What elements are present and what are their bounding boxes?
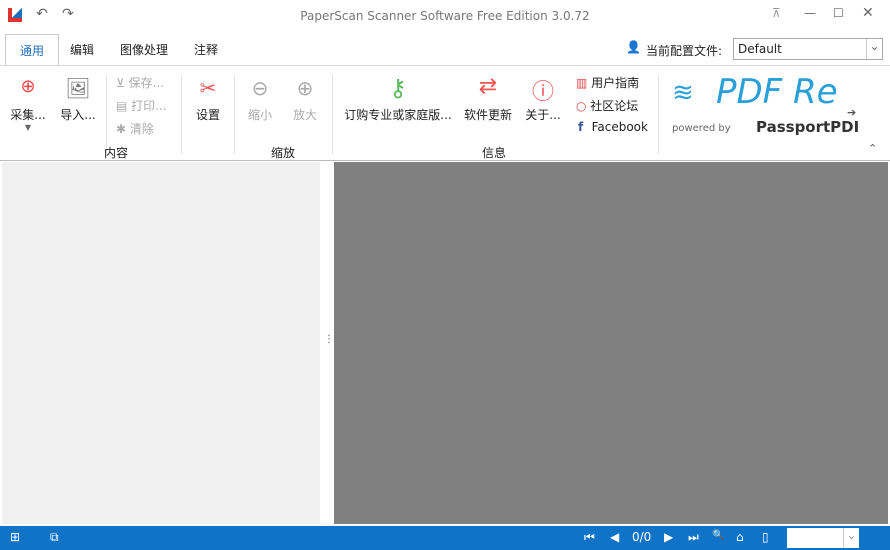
ribbon-display-icon[interactable]: ⊼ [772,6,781,20]
facebook-label: Facebook [591,120,648,134]
acquire-label: 采集... [10,108,46,122]
zoom-out-button[interactable]: ⊖ 缩小 [244,76,276,123]
tab-annotation[interactable]: 注释 [180,34,232,66]
status-bar: ⊞ ⧉ ⏮ ◀ 0/0 ▶ ⏭ 🔍 ⌂ ▯ ⌄ [0,526,890,550]
save-button[interactable]: ⊻ 保存... [116,74,164,91]
collapse-ribbon-icon[interactable]: ⌃ [868,142,877,155]
chat-icon: ○ [576,99,591,113]
refresh-icon: ⇄ [478,74,498,99]
profile-label: 当前配置文件: [646,44,723,58]
print-label: 打印... [131,99,167,113]
guide-link[interactable]: ▥ 用户指南 [576,74,639,91]
buy-button[interactable]: ⚷ 订购专业或家庭版... [340,74,456,123]
maximize-button[interactable]: ☐ [833,6,844,20]
print-button[interactable]: ▤ 打印... [116,97,167,114]
profile-select[interactable]: Default ⌄ [733,38,883,60]
brand-name: PassportPDI [756,118,860,136]
next-arrow-icon[interactable]: ➔ [847,106,856,119]
settings-label: 设置 [195,108,220,122]
save-label: 保存... [128,76,165,90]
zoom-in-label: 放大 [292,108,317,122]
clear-button[interactable]: ✱ 清除 [116,120,154,137]
zoom-in-icon: ⊕ [296,76,314,100]
thumbnail-panel [2,162,320,524]
zoom-group-label: 缩放 [271,146,296,160]
tab-edit[interactable]: 编辑 [56,34,108,66]
zoom-100-icon[interactable]: 🔍 [712,530,724,541]
facebook-icon: f [578,120,592,134]
info-icon: ⓘ [531,80,554,105]
pdf-ad-banner[interactable]: ≋ PDF Re powered by PassportPDI [670,70,859,140]
minimize-button[interactable]: — [804,6,816,20]
zoom-in-button[interactable]: ⊕ 放大 [289,76,321,123]
print-icon: ▤ [116,99,132,113]
forum-link[interactable]: ○ 社区论坛 [576,97,638,114]
guide-label: 用户指南 [591,76,640,90]
last-page-icon[interactable]: ⏭ [688,530,699,545]
title-bar: ↶ ↷ PaperScan Scanner Software Free Edit… [0,0,890,32]
splitter[interactable]: ⋮ [320,162,334,524]
update-label: 软件更新 [463,108,512,122]
prev-page-icon[interactable]: ◀ [610,530,619,544]
import-label: 导入... [60,108,96,122]
fit-width-icon[interactable]: ⌂ [736,530,744,544]
zoom-out-icon: ⊖ [251,76,269,100]
zoom-out-label: 缩小 [247,108,272,122]
dropdown-arrow-icon: ▼ [24,123,32,132]
divider [106,74,107,154]
import-image-icon: 🖼 [65,76,91,100]
update-button[interactable]: ⇄ 软件更新 [462,74,514,123]
about-label: 关于... [525,108,561,122]
info-group-label: 信息 [482,146,507,160]
document-canvas [334,162,888,524]
clear-label: 清除 [129,122,154,136]
ribbon-tabs: 通用 编辑 图像处理 注释 👤 当前配置文件: Default ⌄ [0,32,890,66]
drag-handle-icon[interactable]: ⋮ [324,334,334,345]
tab-general[interactable]: 通用 [5,34,60,66]
import-button[interactable]: 🖼 导入... [56,76,100,123]
page-counter: 0/0 [632,530,652,544]
buy-label: 订购专业或家庭版... [344,108,452,122]
scanner-icon: ⊕ [20,76,36,97]
ribbon: ⊕ 采集... ▼ 🖼 导入... ⊻ 保存... ▤ 打印... ✱ 清除 ✂… [0,65,890,161]
tab-image-processing[interactable]: 图像处理 [106,34,182,66]
settings-button[interactable]: ✂ 设置 [190,76,226,123]
key-icon: ⚷ [389,74,407,102]
zoom-select[interactable]: ⌄ [787,528,859,548]
about-button[interactable]: ⓘ 关于... [522,74,564,123]
divider [234,74,235,154]
divider [332,74,333,154]
thumbnails-view-icon[interactable]: ⊞ [10,530,20,544]
divider [181,74,182,154]
layout-icon[interactable]: ⧉ [50,530,59,545]
close-button[interactable]: ✕ [862,5,874,21]
next-page-icon[interactable]: ▶ [664,530,673,544]
chevron-down-icon: ⌄ [866,39,882,59]
ad-title: PDF Re [716,72,838,112]
profile-value: Default [738,42,782,56]
first-page-icon[interactable]: ⏮ [584,530,595,545]
divider [658,74,659,154]
save-icon: ⊻ [116,76,129,90]
user-icon: 👤 [626,40,641,54]
powered-by: powered by [672,123,731,134]
fit-page-icon[interactable]: ▯ [762,530,769,544]
acquire-button[interactable]: ⊕ 采集... ▼ [8,76,48,132]
content-group-label: 内容 [104,146,129,160]
clear-icon: ✱ [116,122,130,136]
facebook-link[interactable]: f Facebook [578,120,648,134]
book-icon: ▥ [576,76,592,90]
paper-stack-icon: ≋ [672,78,694,108]
window-title: PaperScan Scanner Software Free Edition … [300,9,590,23]
forum-label: 社区论坛 [590,99,639,113]
chevron-down-icon: ⌄ [843,528,859,548]
tools-icon: ✂ [199,76,217,100]
